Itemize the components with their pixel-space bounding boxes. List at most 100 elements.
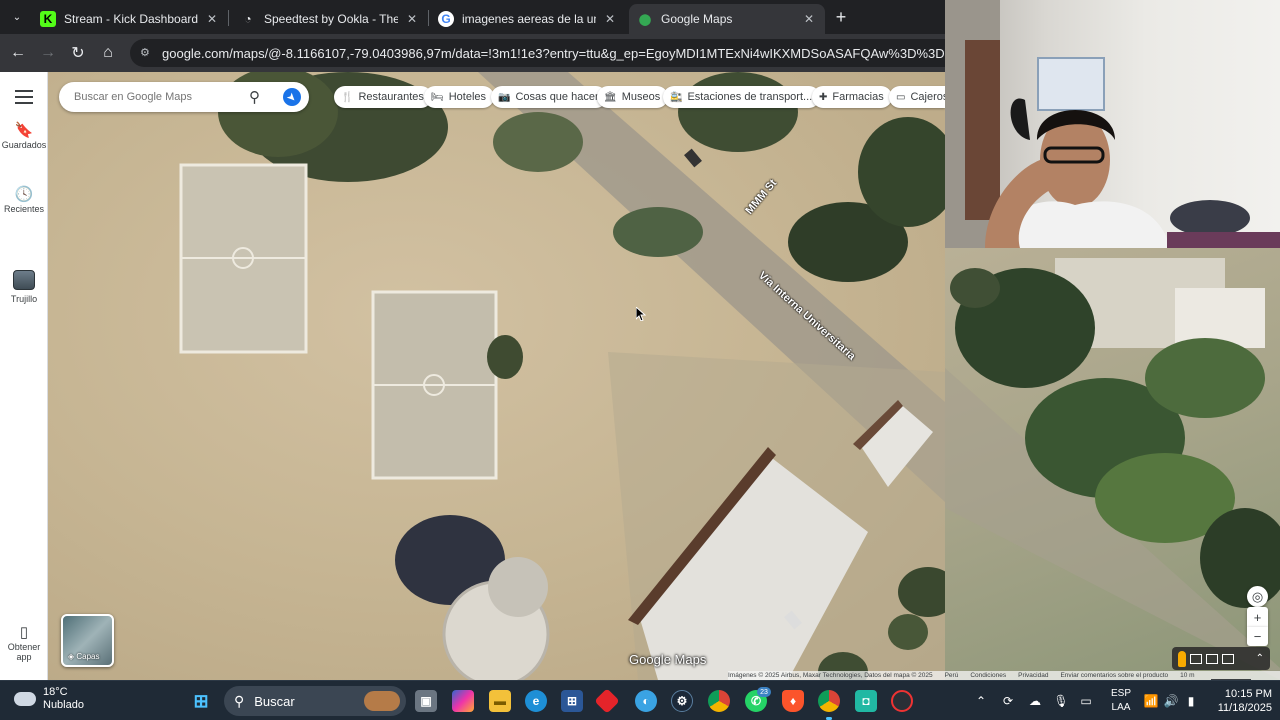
chip-restaurants[interactable]: 🍴 Restaurantes [334,86,432,108]
weather-widget[interactable]: 18°C Nublado [14,686,84,712]
input-language[interactable]: ESP LAA [1106,687,1136,715]
edge-icon[interactable]: e [525,690,547,712]
url-text[interactable]: google.com/maps/@-8.1166107,-79.0403986,… [162,46,945,61]
sidebar-item-label: Obtener app [7,642,41,662]
app-icon-teal[interactable]: ◘ [855,690,877,712]
bookmark-icon: 🔖 [14,122,34,139]
tray-chevron-up-icon[interactable]: ⌃ [972,681,990,720]
address-bar[interactable]: ⚙ google.com/maps/@-8.1166107,-79.040398… [130,39,945,67]
sidebar-item-trujillo[interactable]: Trujillo [0,270,48,304]
zoom-out-button[interactable]: − [1247,627,1268,646]
tab-divider [428,10,429,26]
taskbar-search-label: Buscar [254,693,295,709]
copilot-icon[interactable] [452,690,474,712]
sidebar-item-label: Trujillo [10,294,38,304]
chevron-up-icon[interactable]: ⌃ [1256,653,1264,664]
phone-icon: ▯ [19,624,29,641]
google-icon: G [438,11,454,27]
sidebar-item-recent[interactable]: 🕓 Recientes [0,186,48,214]
search-icon: ⚲ [234,692,245,709]
display-icon[interactable]: ▭ [1076,681,1096,720]
close-tab-icon[interactable]: ✕ [801,12,817,26]
google-maps-pin-icon: ⬤ [638,13,652,26]
forward-arrow-icon[interactable]: → [36,41,60,65]
app-icon-record[interactable] [891,690,913,712]
tab-google-search[interactable]: G imagenes aereas de la unt - Bu ✕ [430,4,626,34]
microphone-icon[interactable]: 🎙 [1052,681,1070,720]
terms-link[interactable]: Condiciones [970,671,1006,680]
aerial-imagery [945,258,1280,680]
back-arrow-icon[interactable]: ← [6,41,30,65]
task-view-icon[interactable]: ▣ [415,690,437,712]
chip-label: Farmacias [832,91,884,103]
google-maps-logo: Google Maps [629,652,707,667]
pegman-icon[interactable] [1178,650,1186,667]
sidebar-item-label: Recientes [3,204,45,214]
directions-icon[interactable]: ➤ [279,84,305,110]
reload-icon[interactable]: ↻ [66,41,90,65]
imagery-thumbnail[interactable] [1206,653,1218,664]
hamburger-menu-icon[interactable] [15,90,33,104]
chip-transit-stations[interactable]: 🚉 Estaciones de transport... [663,86,821,108]
steam-icon[interactable]: ⚙ [671,690,693,712]
chip-hotels[interactable]: 🛏 Hoteles [424,86,494,108]
chrome-icon[interactable] [708,690,730,712]
volume-icon[interactable]: 🔊 [1162,681,1180,720]
search-input[interactable] [74,91,244,103]
sync-icon[interactable]: ⟳ [998,681,1018,720]
new-tab-button[interactable]: + [830,6,852,28]
feedback-link[interactable]: Enviar comentarios sobre el producto [1060,671,1168,680]
zoom-in-button[interactable]: + [1247,607,1268,627]
tab-kick[interactable]: K Stream - Kick Dashboard ✕ [32,4,228,34]
brave-icon[interactable]: ♦ [782,690,804,712]
battery-icon[interactable]: ▮ [1182,681,1200,720]
chip-label: Cosas que hacer [515,91,599,103]
close-tab-icon[interactable]: ✕ [204,12,220,26]
satellite-map[interactable]: MMM St Vía Interna Universitaria [48,72,945,680]
close-tab-icon[interactable]: ✕ [602,12,618,26]
sidebar-item-get-app[interactable]: ▯ Obtener app [0,624,48,662]
chip-things-to-do[interactable]: 📷 Cosas que hacer [491,86,607,108]
place-thumbnail [13,270,35,290]
chip-atms[interactable]: ▭ Cajeros [889,86,945,108]
imagery-thumbnail[interactable] [1222,653,1234,664]
scale-label[interactable]: 10 m [1180,671,1194,680]
atm-icon: ▭ [896,91,906,103]
wifi-icon[interactable]: 📶 [1142,681,1160,720]
app-icon-red[interactable] [594,688,620,714]
tab-speedtest[interactable]: ◔ Speedtest by Ookla - The Globa ✕ [232,4,428,34]
privacy-link[interactable]: Privacidad [1018,671,1048,680]
my-location-icon[interactable]: ◎ [1247,586,1268,607]
search-icon[interactable]: ⚲ [249,88,260,106]
fork-knife-icon: 🍴 [341,91,354,103]
sidebar-item-saved[interactable]: 🔖 Guardados [0,122,48,150]
country-link[interactable]: Perú [945,671,959,680]
imagery-thumbnail[interactable] [1190,653,1202,664]
pharmacy-icon: ✚ [819,91,828,103]
file-explorer-icon[interactable]: ▬ [489,690,511,712]
chip-pharmacies[interactable]: ✚ Farmacias [812,86,892,108]
layers-button[interactable]: ◈ Capas [61,614,114,667]
system-clock[interactable]: 10:15 PM 11/18/2025 [1206,687,1272,715]
satellite-map-extension[interactable] [945,248,1280,680]
taskbar-search[interactable]: ⚲ Buscar [224,686,406,716]
chrome-active-icon[interactable] [818,690,840,712]
chip-museums[interactable]: 🏛 Museos [597,86,669,108]
history-icon: 🕓 [14,186,34,203]
sidebar-item-label: Guardados [1,140,47,150]
microsoft-store-icon[interactable]: ⊞ [561,690,583,712]
chip-label: Museos [621,91,661,103]
home-icon[interactable]: ⌂ [96,41,120,65]
tab-search-chevron-icon[interactable]: ⌄ [6,6,28,28]
maps-search-box: ⚲ ➤ [59,82,309,112]
close-tab-icon[interactable]: ✕ [404,12,420,26]
kick-icon: K [40,11,56,27]
search-highlight-icon [364,691,400,711]
onedrive-cloud-icon[interactable]: ☁ [1024,681,1046,720]
app-icon-blue[interactable]: ◐ [635,690,657,712]
site-info-icon[interactable]: ⚙ [140,46,154,60]
windows-start-icon[interactable]: ⊞ [190,690,212,712]
webcam-overlay [945,0,1280,248]
speedtest-icon: ◔ [244,12,252,26]
tab-google-maps[interactable]: ⬤ Google Maps ✕ [629,4,825,34]
